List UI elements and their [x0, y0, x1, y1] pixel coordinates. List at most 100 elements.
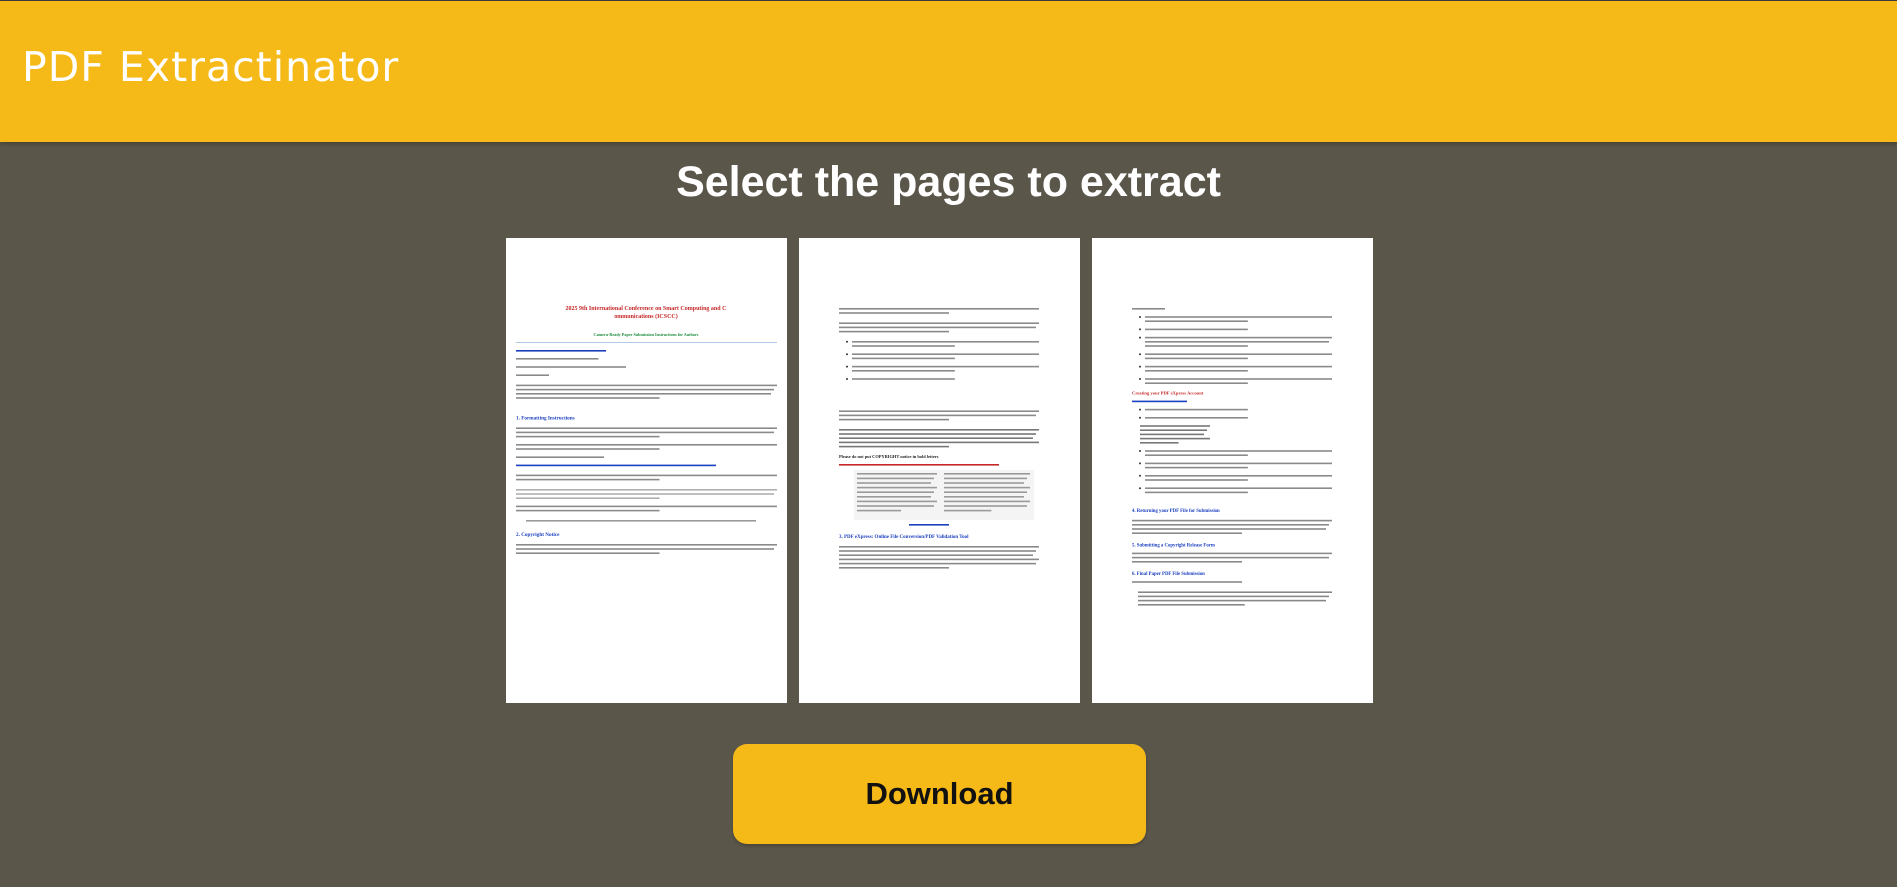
text-line — [839, 308, 1039, 310]
text-line — [852, 353, 1039, 355]
text-line — [1145, 345, 1248, 347]
text-line — [839, 326, 1036, 329]
text-line — [526, 520, 756, 522]
text-line — [1132, 524, 1329, 526]
bullet — [1139, 365, 1141, 368]
text-line — [944, 509, 992, 512]
page-1-preview: 2025 9th International Conference on Sma… — [516, 306, 777, 554]
text-line — [516, 366, 626, 368]
bullet — [1139, 462, 1141, 465]
text-line — [839, 441, 1039, 444]
text-line — [516, 493, 774, 495]
text-line — [516, 464, 716, 467]
text-line — [944, 491, 1027, 493]
bullet — [1139, 328, 1141, 331]
page-text: 6. Final Paper PDF File Submission — [1132, 572, 1205, 577]
page-text: Camera-Ready Paper Submission Instructio… — [594, 332, 699, 337]
bullet — [846, 353, 848, 356]
text-line — [516, 397, 660, 399]
text-line — [1145, 378, 1332, 380]
text-line — [857, 486, 937, 489]
text-line — [1132, 561, 1242, 563]
text-line — [1140, 442, 1179, 444]
bullet — [1139, 450, 1141, 452]
bullet — [1139, 487, 1141, 490]
text-line — [1145, 475, 1332, 477]
text-line — [516, 358, 599, 360]
text-line — [944, 505, 1027, 507]
page-3-preview: Creating your PDF eXpress Account 4. Retu… — [1132, 308, 1332, 606]
text-line — [1145, 382, 1248, 384]
text-line — [839, 567, 949, 569]
text-line — [857, 482, 931, 484]
page-text: 5. Submitting a Copyright Release Form — [1132, 544, 1215, 549]
text-line — [852, 370, 955, 372]
bullet — [1139, 474, 1141, 477]
text-line — [1132, 528, 1326, 530]
text-line — [944, 500, 1030, 503]
text-line — [1145, 353, 1332, 355]
text-line — [1132, 552, 1332, 555]
download-button[interactable]: Download — [733, 744, 1146, 844]
text-line — [1145, 336, 1332, 339]
text-line — [852, 365, 1039, 368]
page-2-preview: Please do not put COPYRIGHT notice in bo… — [839, 308, 1039, 569]
text-line — [1145, 491, 1248, 494]
bullet — [1139, 336, 1141, 339]
text-line — [857, 496, 931, 498]
text-line — [857, 500, 937, 503]
text-line — [1145, 417, 1248, 419]
page-thumbnail-1[interactable]: 2025 9th International Conference on Sma… — [506, 238, 787, 703]
page-thumbnail-2[interactable]: Please do not put COPYRIGHT notice in bo… — [799, 238, 1080, 703]
page-thumbnail-3[interactable]: Creating your PDF eXpress Account 4. Retu… — [1092, 238, 1373, 703]
text-line — [1138, 595, 1329, 598]
text-line — [1140, 433, 1204, 436]
text-line — [857, 505, 934, 507]
text-line — [1145, 487, 1332, 489]
bullet — [846, 340, 848, 343]
page-title: Select the pages to extract — [676, 158, 1221, 206]
text-line — [1132, 400, 1187, 403]
bullet — [1139, 416, 1141, 419]
text-line — [839, 445, 949, 448]
text-line — [1138, 604, 1245, 606]
text-line — [516, 548, 774, 550]
text-line — [944, 496, 1024, 498]
text-line — [909, 524, 949, 526]
text-line — [516, 350, 606, 352]
text-line — [857, 491, 934, 493]
bullet — [1139, 353, 1141, 356]
text-line — [1132, 581, 1242, 583]
text-line — [852, 341, 1039, 343]
page-text: 3. PDF eXpress: Online File Conversion/P… — [839, 535, 969, 540]
text-line — [839, 312, 949, 314]
page-text: 2025 9th International Conference on Sma… — [566, 306, 727, 312]
text-line — [839, 546, 1039, 548]
page-text: ommunications (ICSCC) — [614, 313, 678, 320]
text-line — [839, 429, 1039, 431]
text-line — [516, 497, 660, 499]
text-line — [516, 374, 549, 376]
text-line — [1132, 308, 1165, 310]
text-line — [839, 437, 1033, 439]
text-line — [516, 393, 771, 395]
page-text: 4. Returning your PDF File for Submissio… — [1132, 509, 1220, 514]
text-line — [516, 435, 660, 438]
text-line — [516, 431, 774, 434]
text-line — [1145, 341, 1329, 343]
text-line — [839, 562, 1036, 565]
text-line — [516, 505, 777, 508]
text-line — [944, 473, 1030, 475]
text-line — [839, 558, 1039, 561]
text-line — [1132, 556, 1329, 559]
app-header: PDF Extractinator — [0, 0, 1897, 142]
text-line — [839, 418, 949, 421]
text-line — [1138, 599, 1326, 602]
embedded-image — [854, 470, 1034, 520]
text-line — [1132, 519, 1332, 522]
text-line — [1145, 320, 1248, 322]
text-line — [944, 477, 1027, 480]
text-line — [516, 489, 777, 491]
text-line — [839, 554, 1033, 556]
bullet — [846, 365, 848, 368]
